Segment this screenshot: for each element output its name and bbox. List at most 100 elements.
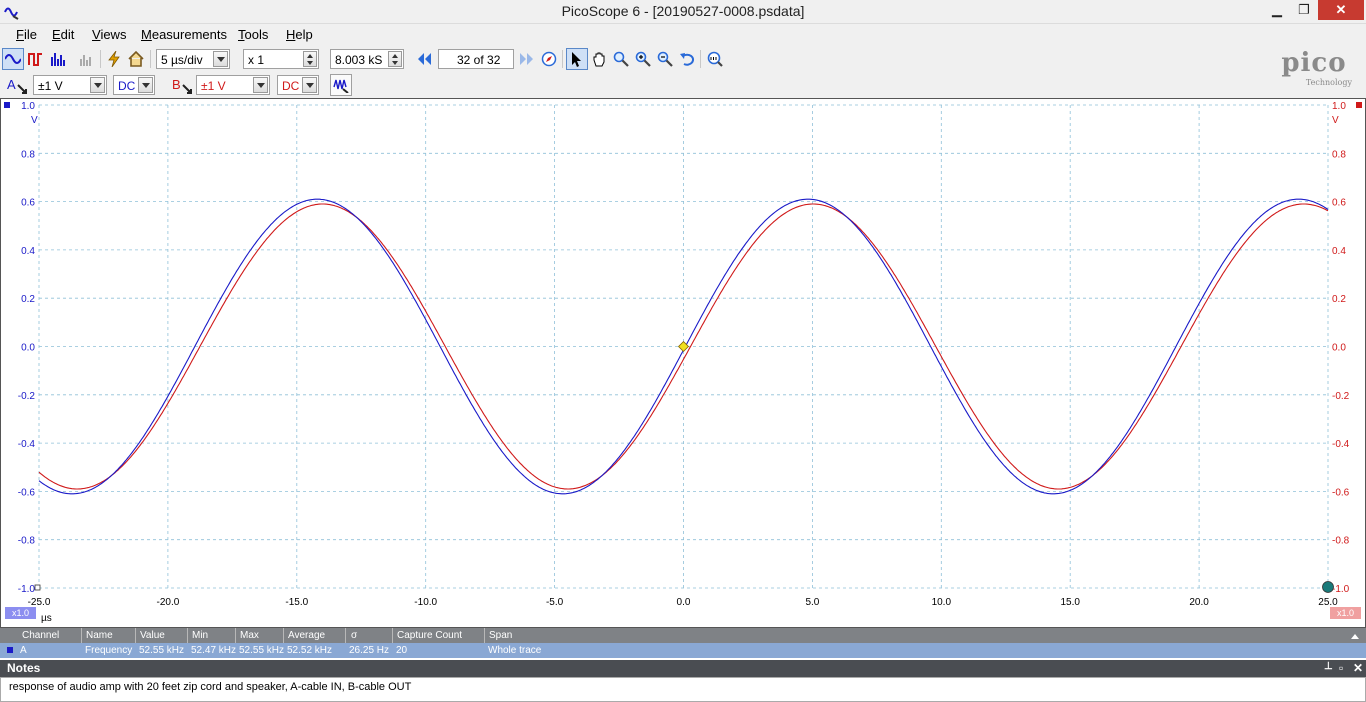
toolbar-separator: [562, 50, 563, 68]
notes-text-area[interactable]: response of audio amp with 20 feet zip c…: [0, 677, 1366, 702]
persistence-mode-button[interactable]: [25, 48, 47, 70]
channel-a-label[interactable]: A: [7, 77, 16, 92]
row-capture-count: 20: [396, 645, 408, 656]
close-notes-icon[interactable]: ✕: [1353, 661, 1363, 675]
row-span: Whole trace: [488, 645, 542, 656]
zoom-100-button[interactable]: [704, 48, 726, 70]
y-tick-label-right: 1.0: [1332, 101, 1346, 112]
timebase-value: 5 µs/div: [161, 53, 203, 67]
oscilloscope-chart[interactable]: 1.0 0.8 0.6 0.4 0.2 0.0 -0.2 -0.4 -0.6 -0.8 -1.0 1…: [1, 99, 1365, 627]
col-name[interactable]: Name: [86, 630, 113, 641]
spin-arrows-icon[interactable]: [303, 51, 317, 67]
previous-buffer-button[interactable]: [413, 48, 435, 70]
ruler-handle-right-icon[interactable]: [1322, 581, 1334, 593]
channel-a-range-select[interactable]: ±1 V: [33, 75, 107, 95]
buffer-navigator-field[interactable]: 32 of 32: [438, 49, 514, 69]
collapse-triangle-icon[interactable]: [1350, 632, 1360, 640]
x-tick-label: -15.0: [285, 597, 308, 608]
pulse-wave-icon: [28, 53, 42, 66]
compass-icon: [541, 51, 557, 67]
channel-a-coupling-select[interactable]: DC: [113, 75, 155, 95]
column-divider: [187, 628, 188, 643]
zoom-region-button[interactable]: [610, 48, 632, 70]
notes-panel-header: Notes ⊥ ▫ ✕: [0, 660, 1366, 677]
ruler-handle-icon[interactable]: [34, 584, 41, 591]
restore-icon[interactable]: ▫: [1339, 661, 1343, 675]
channel-b-label[interactable]: B: [172, 77, 181, 92]
spectrum-mode-button[interactable]: [47, 48, 69, 70]
auto-setup-button[interactable]: [103, 48, 125, 70]
channel-b-marker-icon[interactable]: [1356, 102, 1362, 108]
menu-help[interactable]: Help: [286, 27, 313, 42]
chevron-down-icon[interactable]: [138, 77, 153, 93]
samples-spinner[interactable]: 8.003 kS: [330, 49, 404, 69]
channel-options-button[interactable]: [330, 74, 352, 96]
zoom-spinner[interactable]: x 1: [243, 49, 319, 69]
scope-view[interactable]: 1.0 0.8 0.6 0.4 0.2 0.0 -0.2 -0.4 -0.6 -0.8 -1.0 1…: [0, 98, 1366, 628]
probe-cursor-icon[interactable]: [182, 84, 192, 94]
col-max[interactable]: Max: [240, 630, 259, 641]
zoom-out-icon: [657, 51, 673, 67]
channel-b-coupling: DC: [282, 79, 300, 93]
channel-toolbar: A ±1 V DC B ±1 V DC: [0, 72, 1366, 98]
menu-edit[interactable]: Edit: [52, 27, 74, 42]
zoom-out-button[interactable]: [654, 48, 676, 70]
maximize-button[interactable]: ❐: [1291, 0, 1317, 20]
buffer-position: 32 of 32: [457, 53, 501, 67]
x-tick-label: 25.0: [1318, 597, 1338, 608]
x-tick-label: 15.0: [1060, 597, 1080, 608]
row-name: Frequency: [85, 645, 133, 656]
minimize-button[interactable]: ▁: [1264, 0, 1290, 20]
undo-zoom-button[interactable]: [676, 48, 698, 70]
chevron-down-icon[interactable]: [213, 51, 228, 67]
serial-decode-button[interactable]: [76, 48, 98, 70]
spin-arrows-icon[interactable]: [388, 51, 402, 67]
main-toolbar: 5 µs/div x 1 8.003 kS 32 of 32: [0, 46, 1366, 72]
col-capture-count[interactable]: Capture Count: [397, 630, 462, 641]
next-buffer-button[interactable]: [516, 48, 538, 70]
chevron-down-icon[interactable]: [253, 77, 268, 93]
channel-a-marker-icon[interactable]: [4, 102, 10, 108]
column-divider: [283, 628, 284, 643]
channel-b-range-select[interactable]: ±1 V: [196, 75, 270, 95]
channel-b-coupling-select[interactable]: DC: [277, 75, 319, 95]
chevron-down-icon[interactable]: [90, 77, 105, 93]
default-setup-button[interactable]: [125, 48, 147, 70]
x-tick-label: 0.0: [677, 597, 691, 608]
pin-icon[interactable]: ⊥: [1324, 661, 1333, 672]
probe-cursor-icon[interactable]: [17, 84, 27, 94]
menu-measurements[interactable]: Measurements: [141, 27, 227, 42]
menu-bar: File Edit Views Measurements Tools Help: [0, 24, 1366, 46]
y-tick-label-right: 0.8: [1332, 149, 1346, 160]
col-average[interactable]: Average: [288, 630, 325, 641]
x-tick-label: 10.0: [932, 597, 952, 608]
y-tick-label-left: 0.2: [21, 294, 35, 305]
menu-views[interactable]: Views: [92, 27, 126, 42]
select-tool-button[interactable]: [566, 48, 588, 70]
col-span[interactable]: Span: [489, 630, 512, 641]
channel-a-color-icon: [7, 647, 13, 653]
table-row[interactable]: A Frequency 52.55 kHz 52.47 kHz 52.55 kH…: [0, 643, 1366, 658]
chevron-down-icon[interactable]: [302, 77, 317, 93]
row-sigma: 26.25 Hz: [349, 645, 390, 656]
col-sigma[interactable]: σ: [351, 630, 357, 641]
zoom-in-button[interactable]: [632, 48, 654, 70]
menu-tools[interactable]: Tools: [238, 27, 268, 42]
waveform-options-icon: [333, 79, 349, 93]
col-channel[interactable]: Channel: [22, 630, 59, 641]
row-min: 52.47 kHz: [191, 645, 237, 656]
column-divider: [484, 628, 485, 643]
scope-mode-button[interactable]: [2, 48, 24, 70]
sine-wave-icon: [5, 54, 21, 64]
buffer-overview-button[interactable]: [538, 48, 560, 70]
hand-tool-button[interactable]: [588, 48, 610, 70]
menu-file[interactable]: File: [16, 27, 37, 42]
col-value[interactable]: Value: [140, 630, 165, 641]
zoom-in-icon: [635, 51, 651, 67]
timebase-select[interactable]: 5 µs/div: [156, 49, 230, 69]
x-tick-label: -10.0: [414, 597, 437, 608]
y-tick-label-right: -0.8: [1332, 536, 1350, 547]
close-button[interactable]: ✕: [1318, 0, 1364, 20]
decode-bars-icon: [80, 55, 91, 66]
col-min[interactable]: Min: [192, 630, 208, 641]
